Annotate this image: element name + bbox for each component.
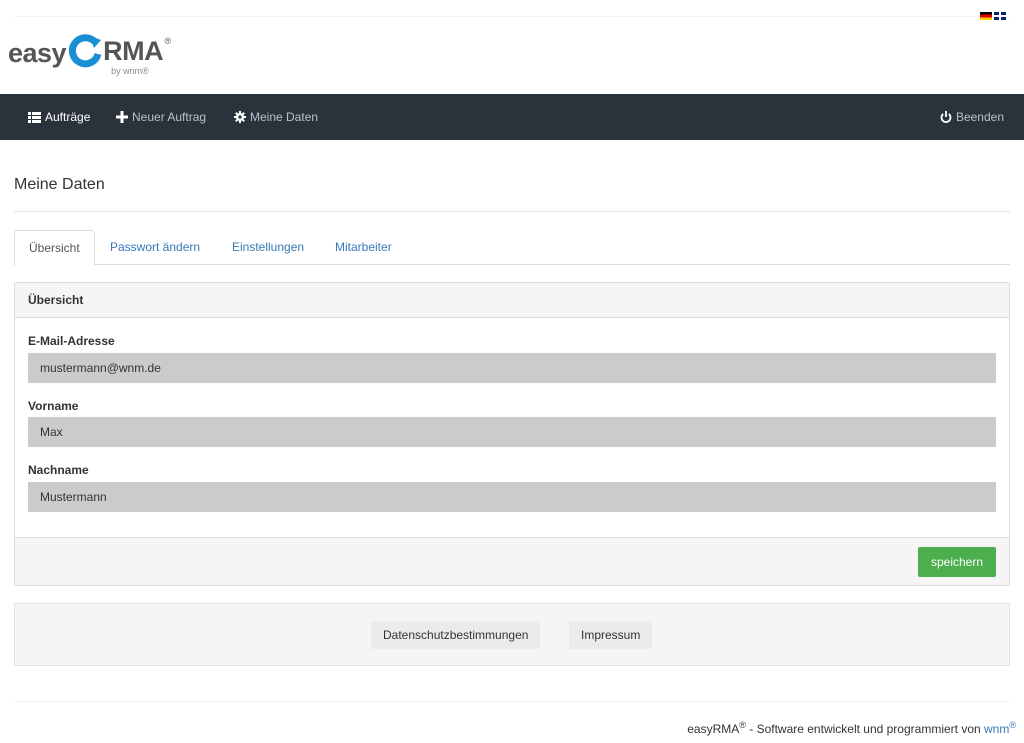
footer-links-bar: Datenschutzbestimmungen Impressum [14, 603, 1010, 666]
panel-footer: speichern [15, 537, 1009, 585]
tab-change-password[interactable]: Passwort ändern [96, 230, 214, 265]
power-icon [940, 111, 952, 123]
last-name-field[interactable] [28, 482, 996, 512]
logo-refresh-ring-icon [69, 34, 102, 68]
save-button[interactable]: speichern [917, 547, 996, 577]
title-divider [14, 211, 1010, 212]
panel-heading: Übersicht [15, 283, 1009, 318]
logo-byline: by wnm® [111, 66, 149, 76]
plus-icon [116, 111, 128, 123]
copyright-product-reg: ® [739, 720, 746, 730]
overview-panel: Übersicht E-Mail-Adresse Vorname Nachnam… [14, 282, 1010, 586]
logo-text-easy: easy [8, 38, 67, 68]
footer-divider [14, 701, 1010, 702]
nav-my-data-label: Meine Daten [250, 110, 319, 124]
page-title: Meine Daten [14, 176, 105, 193]
vendor-link[interactable]: wnm [984, 722, 1009, 736]
logo-text-rma: RMA [103, 36, 164, 66]
email-label: E-Mail-Adresse [28, 334, 115, 348]
tab-bar: Übersicht Passwort ändern Einstellungen … [14, 230, 1010, 266]
language-switcher [980, 12, 1006, 20]
first-name-label: Vorname [28, 399, 79, 413]
german-flag-icon[interactable] [980, 12, 992, 20]
nav-logout[interactable]: Beenden [940, 94, 1004, 140]
nav-my-data[interactable]: Meine Daten [234, 94, 318, 140]
tab-overview[interactable]: Übersicht [14, 230, 95, 266]
list-icon [28, 111, 41, 123]
copyright-product: easyRMA [687, 722, 740, 736]
nav-orders[interactable]: Aufträge [28, 94, 90, 140]
first-name-field[interactable] [28, 417, 996, 447]
last-name-label: Nachname [28, 463, 89, 477]
tab-employees[interactable]: Mitarbeiter [321, 230, 406, 265]
logo-registered-mark: ® [164, 36, 172, 46]
vendor-reg: ® [1009, 720, 1016, 730]
tab-settings[interactable]: Einstellungen [218, 230, 318, 265]
easyrma-logo[interactable]: easy RMA ® by wnm® [8, 30, 171, 80]
nav-logout-label: Beenden [955, 110, 1004, 124]
privacy-policy-link[interactable]: Datenschutzbestimmungen [371, 621, 541, 649]
nav-new-order[interactable]: Neuer Auftrag [116, 94, 206, 140]
main-navbar: Aufträge Neuer Auftrag Meine Daten Beend… [0, 94, 1024, 140]
uk-flag-icon[interactable] [994, 12, 1006, 20]
nav-orders-label: Aufträge [45, 110, 91, 124]
copyright-line: easyRMA® - Software entwickelt und progr… [687, 720, 1016, 736]
email-field[interactable] [28, 353, 996, 383]
imprint-link[interactable]: Impressum [569, 621, 653, 649]
gear-icon [234, 111, 246, 123]
nav-new-order-label: Neuer Auftrag [132, 110, 207, 124]
copyright-text: - Software entwickelt und programmiert v… [745, 722, 985, 736]
header-divider [14, 16, 1010, 17]
